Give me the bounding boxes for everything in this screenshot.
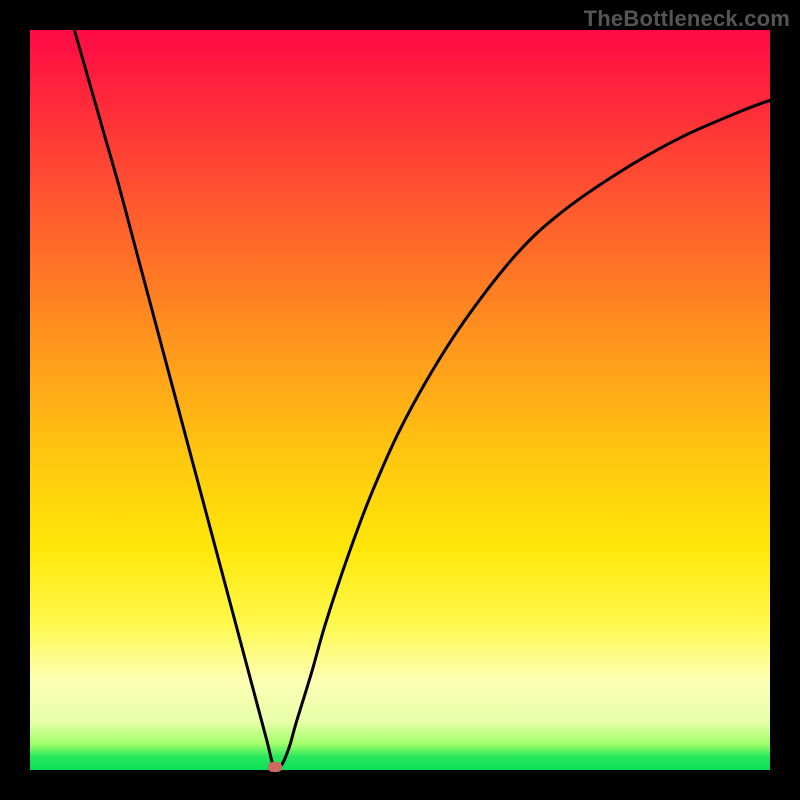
bottleneck-curve <box>74 30 770 770</box>
chart-container: TheBottleneck.com <box>0 0 800 800</box>
watermark-text: TheBottleneck.com <box>584 6 790 32</box>
min-point-marker <box>268 762 282 772</box>
chart-svg <box>30 30 770 770</box>
